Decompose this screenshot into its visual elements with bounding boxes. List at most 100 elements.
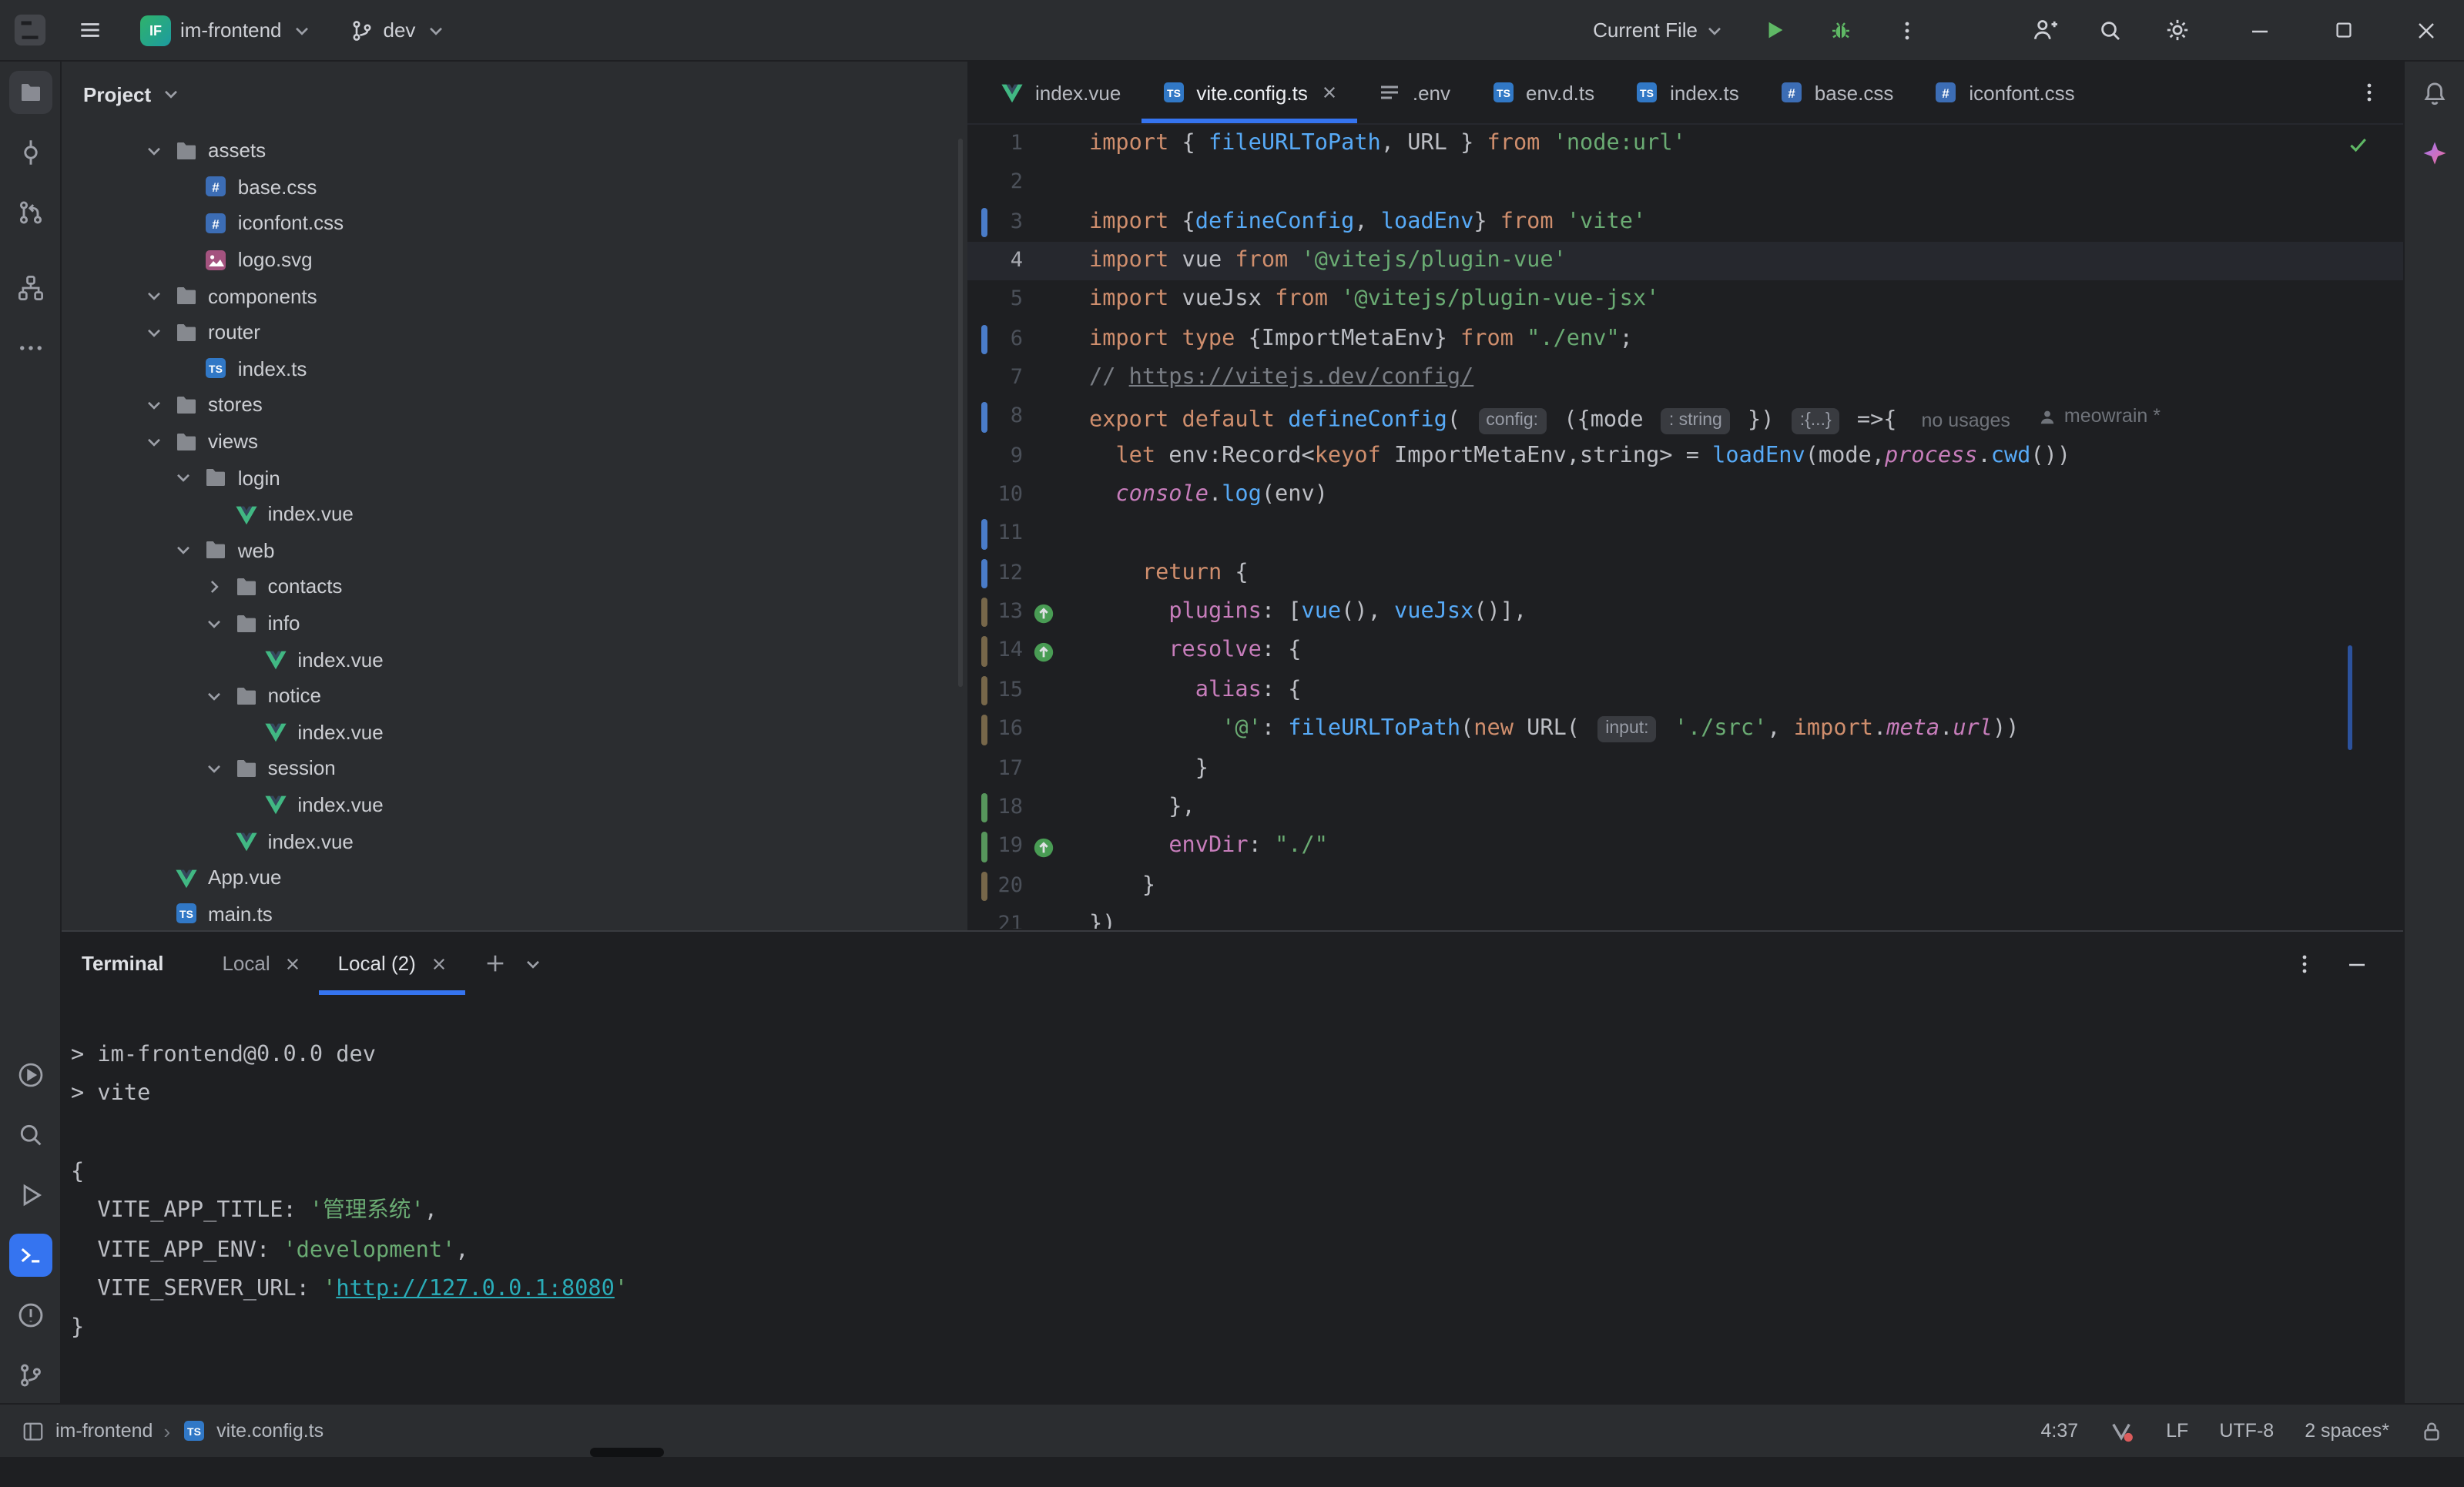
tree-item-login[interactable]: login: [62, 460, 955, 496]
tree-item-index.vue[interactable]: index.vue: [62, 641, 955, 678]
author-hint[interactable]: meowrain *: [2038, 398, 2161, 437]
file-encoding[interactable]: UTF-8: [2219, 1420, 2274, 1442]
gutter-action-icon[interactable]: [1032, 640, 1055, 663]
chevron-down-icon[interactable]: [160, 83, 182, 105]
terminal-tab-Local (2)[interactable]: Local (2): [320, 932, 465, 995]
line-separator[interactable]: LF: [2166, 1420, 2188, 1442]
debug-button[interactable]: [1821, 10, 1861, 50]
line-number: 15: [967, 671, 1023, 711]
project-selector[interactable]: IF im-frontend: [134, 8, 319, 52]
statusbar-project[interactable]: im-frontend: [55, 1420, 153, 1442]
indent-style[interactable]: 2 spaces*: [2305, 1420, 2389, 1442]
tree-item-index.vue[interactable]: index.vue: [62, 496, 955, 532]
terminal-line: [71, 1114, 2403, 1154]
terminal-output[interactable]: > im-frontend@0.0.0 dev> vite{ VITE_APP_…: [62, 995, 2403, 1349]
terminal-tab-Local[interactable]: Local: [203, 932, 319, 995]
structure-tool-icon[interactable]: [8, 266, 52, 310]
tree-item-notice[interactable]: notice: [62, 678, 955, 714]
terminal-link[interactable]: http://127.0.0.1:8080: [336, 1277, 615, 1301]
tab-index.vue[interactable]: index.vue: [980, 62, 1141, 123]
tree-item-index.vue[interactable]: index.vue: [62, 823, 955, 859]
tree-item-router[interactable]: router: [62, 314, 955, 350]
run-button[interactable]: [1755, 10, 1795, 50]
chevron-down-icon[interactable]: [173, 540, 204, 561]
tree-item-index.vue[interactable]: index.vue: [62, 714, 955, 750]
tree-item-web[interactable]: web: [62, 532, 955, 568]
notifications-icon[interactable]: [2413, 71, 2456, 114]
tree-item-session[interactable]: session: [62, 750, 955, 786]
tab-env.d.ts[interactable]: TSenv.d.ts: [1470, 62, 1614, 123]
problems-tool-icon[interactable]: [8, 1294, 52, 1337]
chevron-down-icon[interactable]: [203, 612, 234, 634]
run-config-selector[interactable]: Current File: [1593, 18, 1725, 42]
services-tool-icon[interactable]: [8, 1053, 52, 1097]
project-panel-title[interactable]: Project: [83, 82, 151, 105]
tree-item-assets[interactable]: assets: [62, 132, 955, 169]
tree-item-main.ts[interactable]: TSmain.ts: [62, 896, 955, 930]
tab-iconfont.css[interactable]: #iconfont.css: [1913, 62, 2094, 123]
line-number: 12: [967, 554, 1023, 594]
usages-hint[interactable]: no usages: [1922, 410, 2010, 431]
close-icon[interactable]: [1322, 85, 1337, 100]
commit-tool-icon[interactable]: [8, 131, 52, 174]
chevron-down-icon[interactable]: [143, 285, 174, 306]
caret-position[interactable]: 4:37: [2040, 1420, 2078, 1442]
more-actions-icon[interactable]: [1887, 10, 1927, 50]
tab-.env[interactable]: .env: [1357, 62, 1470, 123]
git-status-icon[interactable]: [2109, 1419, 2135, 1442]
terminal-options-icon[interactable]: [2292, 951, 2317, 976]
tree-item-contacts[interactable]: contacts: [62, 568, 955, 605]
chevron-down-icon[interactable]: [203, 685, 234, 706]
statusbar-file[interactable]: vite.config.ts: [216, 1420, 324, 1442]
tree-item-index.ts[interactable]: TSindex.ts: [62, 350, 955, 387]
project-scrollbar-thumb[interactable]: [958, 139, 963, 687]
search-everywhere-icon[interactable]: [2090, 10, 2130, 50]
chevron-down-icon[interactable]: [143, 394, 174, 416]
tree-item-views[interactable]: views: [62, 424, 955, 460]
close-icon[interactable]: [286, 956, 301, 971]
editor-code-area[interactable]: 1import { fileURLToPath, URL } from 'nod…: [967, 125, 2403, 929]
chevron-down-icon[interactable]: [203, 758, 234, 779]
inspections-ok-icon[interactable]: [2348, 134, 2369, 162]
tab-vite.config.ts[interactable]: TSvite.config.ts: [1141, 62, 1357, 123]
readonly-lock-icon[interactable]: [2420, 1419, 2443, 1442]
tree-item-base.css[interactable]: #base.css: [62, 169, 955, 205]
settings-icon[interactable]: [2157, 10, 2197, 50]
find-tool-icon[interactable]: [8, 1114, 52, 1157]
chevron-down-icon[interactable]: [173, 467, 204, 488]
git-branch-selector[interactable]: dev: [344, 8, 453, 52]
tab-base.css[interactable]: #base.css: [1759, 62, 1914, 123]
tree-item-components[interactable]: components: [62, 278, 955, 314]
window-close-button[interactable]: [2406, 10, 2446, 50]
terminal-dropdown-icon[interactable]: [522, 953, 544, 974]
chevron-down-icon[interactable]: [143, 140, 174, 162]
chevron-down-icon[interactable]: [143, 430, 174, 452]
pull-requests-tool-icon[interactable]: [8, 191, 52, 234]
window-maximize-button[interactable]: [2323, 10, 2363, 50]
tabs-options-icon[interactable]: [2357, 80, 2382, 105]
tree-item-logo.svg[interactable]: logo.svg: [62, 242, 955, 278]
tree-item-App.vue[interactable]: App.vue: [62, 859, 955, 896]
tab-index.ts[interactable]: TSindex.ts: [1614, 62, 1759, 123]
chevron-down-icon[interactable]: [143, 322, 174, 343]
new-terminal-icon[interactable]: [484, 952, 507, 975]
more-tool-icon[interactable]: [8, 327, 52, 370]
chevron-right-icon[interactable]: [203, 576, 234, 598]
project-widget-icon[interactable]: [22, 1419, 45, 1442]
project-tool-icon[interactable]: [8, 71, 52, 114]
run-tool-icon[interactable]: [8, 1174, 52, 1217]
close-icon[interactable]: [431, 956, 447, 971]
tree-item-index.vue[interactable]: index.vue: [62, 786, 955, 822]
version-control-tool-icon[interactable]: [8, 1354, 52, 1397]
gutter-action-icon[interactable]: [1032, 601, 1055, 624]
gutter-action-icon[interactable]: [1032, 835, 1055, 858]
ai-assistant-icon[interactable]: [2413, 131, 2456, 174]
code-with-me-icon[interactable]: [2024, 10, 2064, 50]
tree-item-stores[interactable]: stores: [62, 387, 955, 423]
terminal-hide-icon[interactable]: [2345, 951, 2369, 976]
tree-item-info[interactable]: info: [62, 605, 955, 641]
window-minimize-button[interactable]: [2240, 10, 2280, 50]
terminal-tool-icon[interactable]: [8, 1234, 52, 1277]
main-menu-icon[interactable]: [69, 10, 109, 50]
tree-item-iconfont.css[interactable]: #iconfont.css: [62, 205, 955, 241]
